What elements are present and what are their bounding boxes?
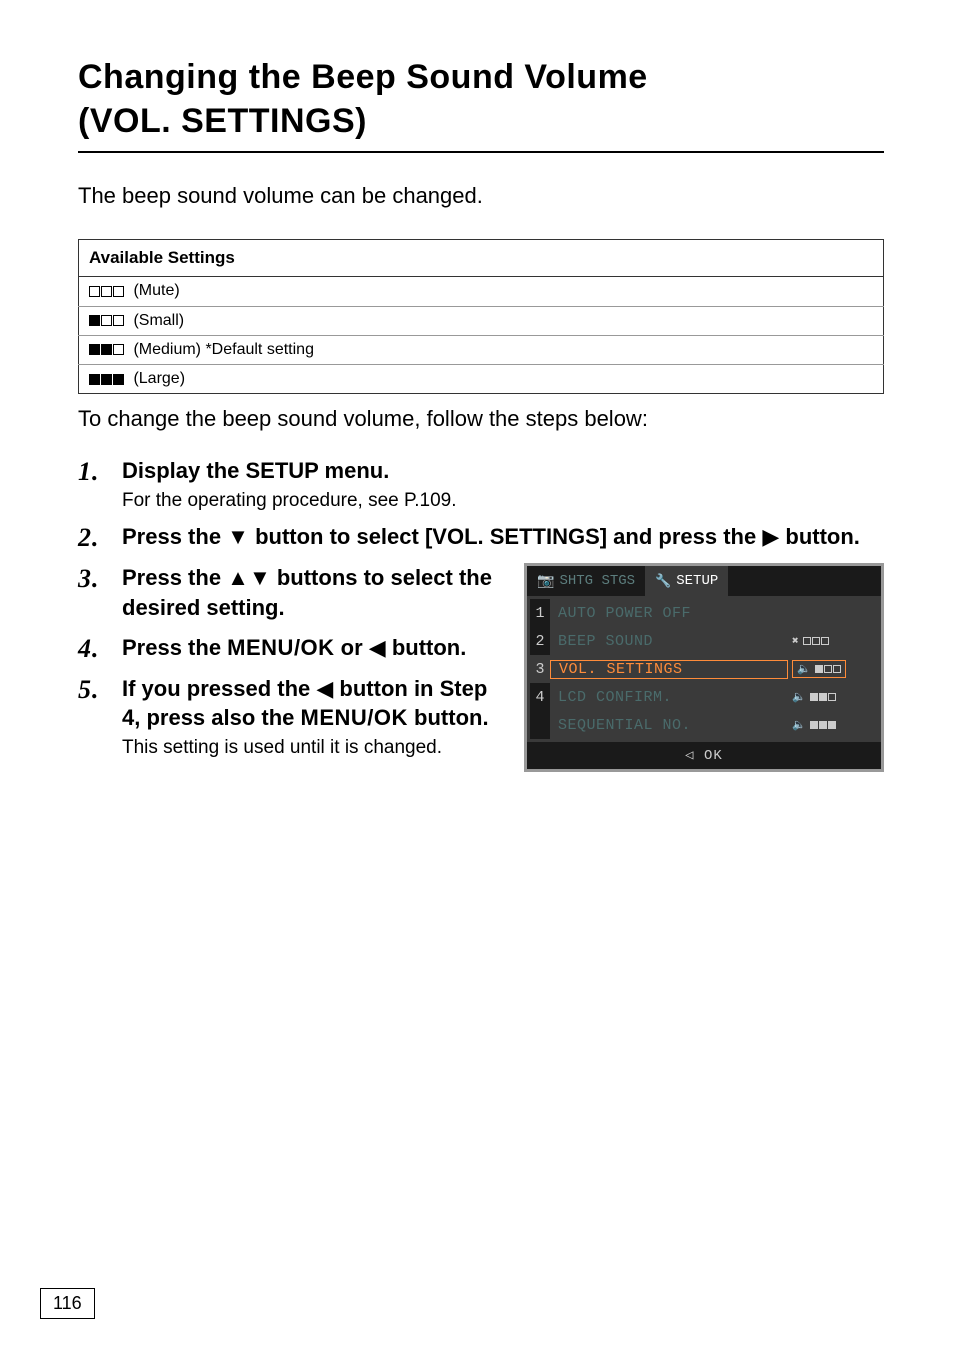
screenshot-tab-setup: 🔧 SETUP [645,566,728,596]
settings-table: Available Settings (Mute) (Small) (Mediu… [78,239,884,394]
title-line-1: Changing the Beep Sound Volume [78,58,648,96]
step-2: 2. Press the ▼ button to select [VOL. SE… [78,522,884,553]
step-head: Press the MENU/OK or ◀ button. [122,633,504,663]
step-4: 4. Press the MENU/OK or ◀ button. [78,633,504,664]
step-number: 4. [78,633,122,664]
right-triangle-icon: ▶ [762,524,779,549]
volume-box-icon [101,286,112,297]
screenshot-row-value: 🔈 [788,660,878,678]
step-number: 3. [78,563,122,622]
step-sub: For the operating procedure, see P.109. [122,490,884,512]
screenshot-row-label: LCD CONFIRM. [550,689,788,706]
speaker-icon: 🔈 [792,690,806,704]
table-row: (Large) [79,365,884,394]
steps-list: 1. Display the SETUP menu. For the opera… [78,456,884,772]
speaker-icon: 🔈 [792,718,806,732]
setting-label: (Medium) *Default setting [129,341,314,358]
volume-box-icon [101,344,112,355]
settings-header: Available Settings [79,240,884,277]
page-title: Changing the Beep Sound Volume (VOL. SET… [78,55,884,153]
setting-label: (Small) [129,312,184,329]
table-row: (Mute) [79,277,884,306]
wrench-icon: 🔧 [655,574,671,589]
setting-label: (Mute) [129,282,180,299]
volume-box-icon [113,374,124,385]
screenshot-row-number: 4 [530,683,550,711]
volume-box-icon [89,344,100,355]
speaker-icon: ✖ [792,634,799,648]
screenshot-row-value: ✖ [788,634,878,648]
step-5: 5. If you pressed the ◀ button in Step 4… [78,674,504,759]
screenshot-row-number: 2 [530,627,550,655]
left-triangle-icon: ◀ [316,676,333,701]
screenshot-row: SEQUENTIAL NO. 🔈 [530,711,878,739]
volume-box-icon [89,315,100,326]
volume-box-icon [89,286,100,297]
screenshot-row: 4LCD CONFIRM. 🔈 [530,683,878,711]
volume-box-icon [113,315,124,326]
screenshot-row-label: BEEP SOUND [550,633,788,650]
step-head: Display the SETUP menu. [122,456,884,486]
screenshot-row-number: 3 [530,655,550,683]
followup-text: To change the beep sound volume, follow … [78,406,884,432]
camera-icon: 📷 [537,573,554,590]
volume-box-icon [101,374,112,385]
step-number: 5. [78,674,122,759]
screenshot-row: 2BEEP SOUND ✖ [530,627,878,655]
step-head: If you pressed the ◀ button in Step 4, p… [122,674,504,733]
page-number: 116 [40,1288,95,1319]
screenshot-row-label: VOL. SETTINGS [550,660,788,679]
screenshot-tab-shtg: 📷 SHTG STGS [527,566,645,596]
volume-box-icon [101,315,112,326]
table-row: (Small) [79,306,884,335]
screenshot-row: 3VOL. SETTINGS 🔈 [530,655,878,683]
screenshot-row-number: 1 [530,599,550,627]
down-triangle-icon: ▼ [227,524,249,549]
left-triangle-icon: ◀ [369,635,386,660]
volume-box-icon [113,286,124,297]
table-row: (Medium) *Default setting [79,335,884,364]
speaker-icon: 🔈 [797,662,811,676]
screenshot-footer: ◁ OK [527,742,881,769]
screenshot-row-number [530,711,550,739]
step-sub: This setting is used until it is changed… [122,737,504,759]
screenshot-row-label: AUTO POWER OFF [550,605,788,622]
camera-screenshot: 📷 SHTG STGS 🔧 SETUP 1AUTO POWER OFF2BEEP… [524,563,884,772]
step-number: 2. [78,522,122,553]
step-head: Press the ▲▼ buttons to select the desir… [122,563,504,622]
volume-box-icon [89,374,100,385]
step-number: 1. [78,456,122,512]
intro-text: The beep sound volume can be changed. [78,183,884,209]
screenshot-row-label: SEQUENTIAL NO. [550,717,788,734]
step-head: Press the ▼ button to select [VOL. SETTI… [122,522,884,552]
title-line-2: (VOL. SETTINGS) [78,102,367,140]
step-3: 3. Press the ▲▼ buttons to select the de… [78,563,504,622]
step-1: 1. Display the SETUP menu. For the opera… [78,456,884,512]
setting-label: (Large) [129,370,185,387]
screenshot-row-value: 🔈 [788,718,878,732]
volume-box-icon [113,344,124,355]
screenshot-row-value: 🔈 [788,690,878,704]
up-down-triangle-icon: ▲▼ [227,565,271,590]
screenshot-row: 1AUTO POWER OFF [530,599,878,627]
